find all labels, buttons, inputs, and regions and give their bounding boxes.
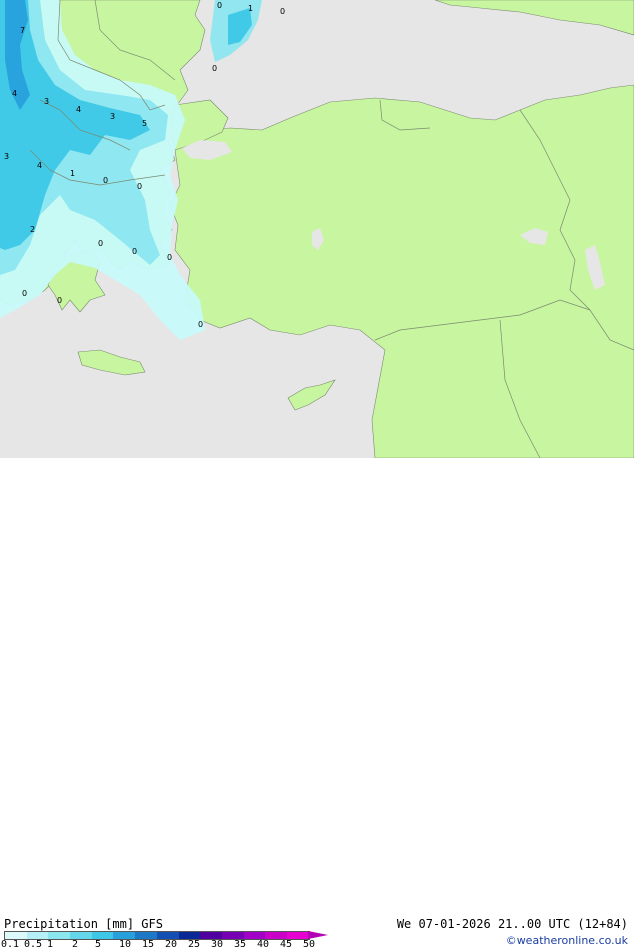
legend-tick-label: 50 bbox=[302, 939, 316, 950]
precip-value-label: 1 bbox=[248, 4, 254, 13]
precip-value-label: 0 bbox=[22, 289, 28, 298]
precip-value-label: 0 bbox=[137, 182, 143, 191]
legend-swatch bbox=[91, 932, 114, 939]
legend-swatch bbox=[286, 932, 309, 939]
precip-value-label: 3 bbox=[110, 112, 116, 121]
precip-value-label: 0 bbox=[198, 320, 204, 329]
legend-swatch bbox=[26, 932, 49, 939]
legend-arrow bbox=[308, 931, 328, 939]
legend-tick-label: 20 bbox=[164, 939, 178, 950]
legend-swatch bbox=[265, 932, 287, 939]
precip-value-label: 3 bbox=[4, 152, 10, 161]
footer: Precipitation [mm] GFS We 07-01-2026 21.… bbox=[0, 458, 634, 950]
precip-value-label: 0 bbox=[212, 64, 218, 73]
legend-tick-label: 0.5 bbox=[23, 939, 43, 950]
legend-swatch bbox=[156, 932, 179, 939]
legend-swatch bbox=[5, 932, 27, 939]
legend-swatch bbox=[243, 932, 266, 939]
precip-value-label: 4 bbox=[37, 161, 43, 170]
legend-tick-label: 2 bbox=[71, 939, 79, 950]
legend-tick-label: 1 bbox=[46, 939, 54, 950]
precip-value-label: 7 bbox=[20, 26, 26, 35]
precip-value-label: 3 bbox=[44, 97, 50, 106]
precip-value-label: 0 bbox=[98, 239, 104, 248]
precip-value-label: 0 bbox=[167, 253, 173, 262]
precip-value-label: 2 bbox=[30, 225, 36, 234]
precip-value-label: 5 bbox=[142, 119, 148, 128]
credit-link[interactable]: ©weatheronline.co.uk bbox=[506, 934, 628, 947]
legend-swatch bbox=[48, 932, 71, 939]
legend-tick-label: 15 bbox=[141, 939, 155, 950]
forecast-datetime: We 07-01-2026 21..00 UTC (12+84) bbox=[396, 917, 628, 931]
legend-tick-label: 45 bbox=[279, 939, 293, 950]
legend-swatch bbox=[70, 932, 92, 939]
legend-swatch bbox=[221, 932, 244, 939]
legend-tick-label: 40 bbox=[256, 939, 270, 950]
legend-tick-label: 35 bbox=[233, 939, 247, 950]
legend-swatch bbox=[135, 932, 157, 939]
precip-value-label: 0 bbox=[280, 7, 286, 16]
map-title: Precipitation [mm] GFS bbox=[4, 917, 163, 931]
precip-value-label: 0 bbox=[103, 176, 109, 185]
legend-swatch bbox=[200, 932, 222, 939]
precipitation-map: 0 1 0 7 0 4 3 4 3 5 3 4 1 0 0 2 0 0 0 0 0 0 bbox=[0, 0, 634, 458]
legend-tick-label: 10 bbox=[118, 939, 132, 950]
precip-value-label: 0 bbox=[217, 1, 223, 10]
precip-value-label: 4 bbox=[76, 105, 82, 114]
legend-tick-label: 5 bbox=[94, 939, 102, 950]
map-canvas bbox=[0, 0, 634, 458]
legend-swatch bbox=[178, 932, 201, 939]
legend-tick-label: 30 bbox=[210, 939, 224, 950]
precip-value-label: 1 bbox=[70, 169, 76, 178]
precip-value-label: 0 bbox=[132, 247, 138, 256]
legend-tick-label: 25 bbox=[187, 939, 201, 950]
precip-value-label: 0 bbox=[57, 296, 63, 305]
legend-swatch bbox=[113, 932, 136, 939]
legend-tick-label: 0.1 bbox=[0, 939, 20, 950]
precip-value-label: 4 bbox=[12, 89, 18, 98]
